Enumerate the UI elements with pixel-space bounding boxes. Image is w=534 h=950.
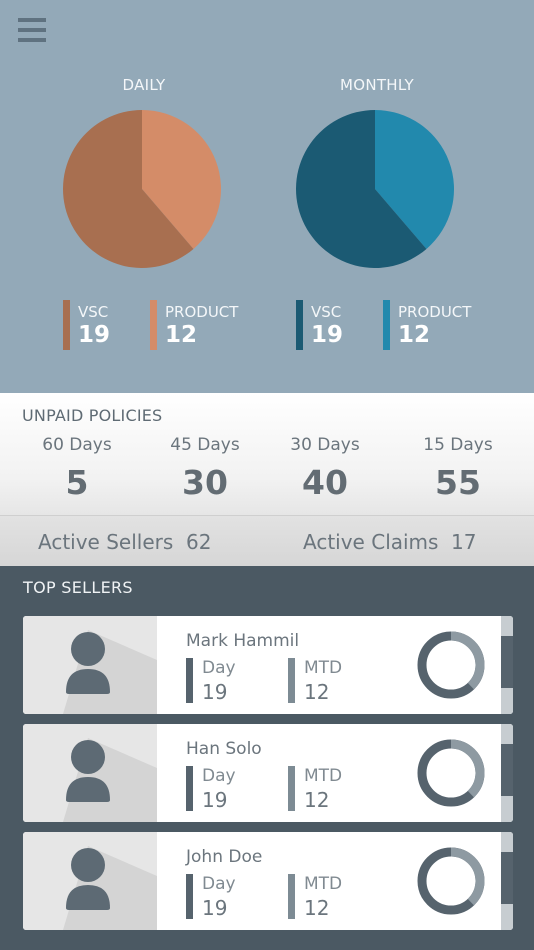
person-icon — [63, 738, 157, 822]
avatar — [23, 832, 157, 930]
progress-ring — [417, 847, 485, 915]
metric-bar — [186, 766, 193, 811]
legend-value: 19 — [311, 322, 344, 348]
ring-progress — [450, 739, 485, 798]
unpaid-period-label: 30 Days — [290, 435, 360, 455]
avatar — [23, 724, 157, 822]
metric-value: 19 — [202, 788, 228, 812]
monthly-chart-title: MONTHLY — [339, 76, 415, 94]
stats-bar: Active Sellers 62 Active Claims 17 — [0, 515, 534, 566]
metric-label: MTD — [304, 874, 343, 894]
unpaid-count: 55 — [435, 463, 481, 502]
card-edge-accent — [501, 744, 513, 796]
active-claims-value: 17 — [451, 530, 477, 554]
metric-label: Day — [202, 658, 236, 678]
seller-card[interactable]: Mark Hammil Day 19 MTD 12 — [23, 616, 513, 714]
metric-bar — [288, 658, 295, 703]
summary-panel: DAILY MONTHLY VSC 19 PRODUCT 12 VSC 19 P… — [0, 0, 534, 393]
top-sellers-title: TOP SELLERS — [23, 578, 133, 597]
unpaid-period-label: 60 Days — [42, 435, 112, 455]
progress-ring — [417, 739, 485, 807]
ring-progress — [450, 631, 485, 690]
legend-color-bar — [150, 300, 157, 350]
legend-color-bar — [383, 300, 390, 350]
daily-pie-chart — [63, 110, 221, 268]
seller-name: Han Solo — [186, 739, 262, 759]
metric-value: 19 — [202, 680, 228, 704]
unpaid-count: 5 — [65, 463, 89, 502]
active-claims-label: Active Claims — [303, 530, 439, 554]
monthly-pie-chart — [296, 110, 454, 268]
legend-value: 12 — [165, 322, 198, 348]
metric-value: 19 — [202, 896, 228, 920]
legend-value: 12 — [398, 322, 431, 348]
legend-value: 19 — [78, 322, 111, 348]
unpaid-count: 40 — [302, 463, 348, 502]
unpaid-policies-title: UNPAID POLICIES — [22, 406, 163, 425]
metric-value: 12 — [304, 896, 330, 920]
seller-name: Mark Hammil — [186, 631, 300, 651]
unpaid-policies-panel: UNPAID POLICIES 60 Days 5 45 Days 30 30 … — [0, 393, 534, 515]
active-sellers-value: 62 — [186, 530, 212, 554]
metric-bar — [186, 658, 193, 703]
metric-label: Day — [202, 874, 236, 894]
seller-card[interactable]: John Doe Day 19 MTD 12 — [23, 832, 513, 930]
daily-chart-title: DAILY — [122, 76, 166, 94]
metric-value: 12 — [304, 680, 330, 704]
progress-ring — [417, 631, 485, 699]
metric-label: MTD — [304, 766, 343, 786]
legend-color-bar — [296, 300, 303, 350]
seller-card[interactable]: Han Solo Day 19 MTD 12 — [23, 724, 513, 822]
person-icon — [63, 846, 157, 930]
unpaid-count: 30 — [182, 463, 228, 502]
seller-name: John Doe — [186, 847, 263, 867]
legend-label: VSC — [78, 303, 109, 321]
avatar — [23, 616, 157, 714]
ring-progress — [450, 847, 485, 906]
legend-label: PRODUCT — [165, 303, 239, 321]
person-icon — [63, 630, 157, 714]
unpaid-60-days[interactable]: 60 Days 5 — [17, 435, 137, 502]
legend-label: VSC — [311, 303, 342, 321]
hamburger-menu-icon[interactable] — [18, 18, 46, 42]
card-edge-accent — [501, 852, 513, 904]
metric-bar — [186, 874, 193, 919]
metric-label: MTD — [304, 658, 343, 678]
card-edge-accent — [501, 636, 513, 688]
metric-label: Day — [202, 766, 236, 786]
unpaid-30-days[interactable]: 30 Days 40 — [265, 435, 385, 502]
metric-bar — [288, 766, 295, 811]
unpaid-period-label: 15 Days — [423, 435, 493, 455]
unpaid-period-label: 45 Days — [170, 435, 240, 455]
unpaid-15-days[interactable]: 15 Days 55 — [398, 435, 518, 502]
legend-color-bar — [63, 300, 70, 350]
active-sellers-label: Active Sellers — [38, 530, 174, 554]
unpaid-45-days[interactable]: 45 Days 30 — [145, 435, 265, 502]
metric-value: 12 — [304, 788, 330, 812]
metric-bar — [288, 874, 295, 919]
legend-label: PRODUCT — [398, 303, 472, 321]
